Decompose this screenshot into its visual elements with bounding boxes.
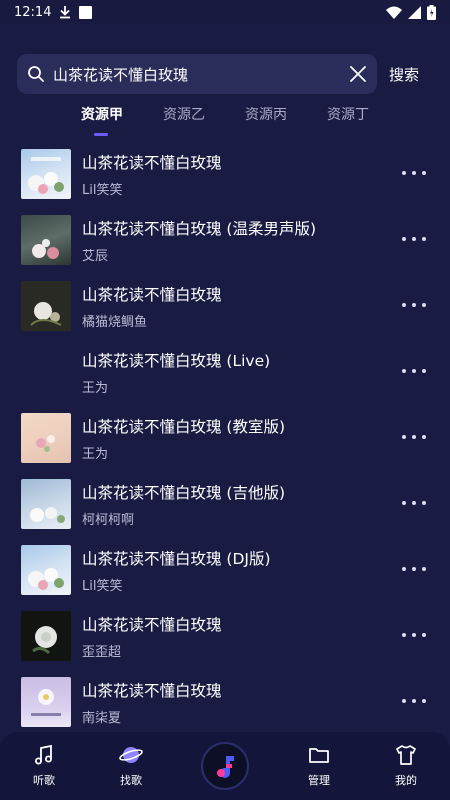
list-item[interactable]: 山茶花读不懂白玫瑰 南柒夏	[0, 669, 450, 735]
more-options-icon[interactable]	[402, 625, 426, 645]
clear-icon[interactable]	[349, 65, 367, 83]
song-artist: 南柒夏	[82, 711, 122, 726]
song-title: 山茶花读不懂白玫瑰	[82, 286, 222, 304]
nav-label: 找歌	[120, 774, 142, 787]
list-item[interactable]: 山茶花读不懂白玫瑰 橘猫烧鲷鱼	[0, 273, 450, 339]
nav-label: 管理	[308, 774, 330, 787]
list-item[interactable]: 山茶花读不懂白玫瑰 (Live) 王为	[0, 339, 450, 405]
song-artist: 王为	[82, 381, 109, 396]
album-cover	[21, 413, 71, 463]
song-title: 山茶花读不懂白玫瑰	[82, 616, 222, 634]
song-artist: Lil笑笑	[82, 183, 123, 198]
song-title: 山茶花读不懂白玫瑰 (教室版)	[82, 418, 286, 436]
folder-icon	[309, 748, 329, 763]
nav-label: 听歌	[33, 774, 55, 787]
planet-icon	[119, 747, 143, 763]
album-cover	[21, 281, 71, 331]
list-item[interactable]: 山茶花读不懂白玫瑰 歪歪超	[0, 603, 450, 669]
song-artist: 橘猫烧鲷鱼	[82, 315, 148, 330]
list-item[interactable]: 山茶花读不懂白玫瑰 (吉他版) 柯柯柯啊	[0, 471, 450, 537]
list-item[interactable]: 山茶花读不懂白玫瑰 Lil笑笑	[0, 141, 450, 207]
song-artist: 艾辰	[82, 249, 109, 264]
tab-source-b[interactable]: 资源乙	[163, 104, 205, 124]
search-row: 搜索	[17, 54, 438, 94]
song-title: 山茶花读不懂白玫瑰 (Live)	[82, 352, 271, 370]
more-options-icon[interactable]	[402, 493, 426, 513]
song-title: 山茶花读不懂白玫瑰	[82, 154, 222, 172]
more-options-icon[interactable]	[402, 229, 426, 249]
search-button[interactable]: 搜索	[389, 64, 419, 85]
album-cover	[21, 611, 71, 661]
more-options-icon[interactable]	[402, 427, 426, 447]
more-options-icon[interactable]	[402, 691, 426, 711]
search-box[interactable]	[17, 54, 377, 94]
album-cover	[21, 479, 71, 529]
tab-indicator	[94, 133, 108, 136]
wifi-icon	[386, 6, 402, 19]
app-logo-icon	[217, 756, 234, 778]
song-title: 山茶花读不懂白玫瑰 (吉他版)	[82, 484, 286, 502]
app-logo-button[interactable]	[201, 742, 249, 790]
list-item[interactable]: 山茶花读不懂白玫瑰 (DJ版) Lil笑笑	[0, 537, 450, 603]
tab-source-d[interactable]: 资源丁	[327, 104, 369, 124]
song-artist: Lil笑笑	[82, 579, 123, 594]
list-item[interactable]: 山茶花读不懂白玫瑰 (温柔男声版) 艾辰	[0, 207, 450, 273]
result-list: 山茶花读不懂白玫瑰 Lil笑笑 山茶花读不懂白玫瑰 (温柔男声版) 艾辰 山茶花…	[0, 141, 450, 735]
more-options-icon[interactable]	[402, 361, 426, 381]
battery-icon	[427, 4, 436, 20]
song-title: 山茶花读不懂白玫瑰 (DJ版)	[82, 550, 271, 568]
song-artist: 柯柯柯啊	[82, 513, 135, 528]
search-icon	[28, 66, 44, 82]
music-note-icon	[35, 744, 52, 765]
album-cover	[21, 545, 71, 595]
song-artist: 歪歪超	[82, 645, 122, 660]
notification-icon	[79, 5, 93, 19]
search-input[interactable]	[53, 65, 349, 83]
status-bar: 12:14	[0, 0, 450, 24]
status-time: 12:14	[14, 4, 52, 20]
song-title: 山茶花读不懂白玫瑰	[82, 682, 222, 700]
nav-mine[interactable]: 我的	[381, 744, 431, 788]
shirt-icon	[396, 745, 416, 765]
nav-manage[interactable]: 管理	[294, 744, 344, 788]
nav-label: 我的	[395, 774, 417, 787]
signal-icon	[408, 5, 421, 19]
nav-listen[interactable]: 听歌	[19, 744, 69, 788]
song-title: 山茶花读不懂白玫瑰 (温柔男声版)	[82, 220, 317, 238]
album-cover	[21, 215, 71, 265]
album-cover	[21, 347, 71, 397]
source-tabs: 资源甲 资源乙 资源丙 资源丁	[0, 104, 450, 136]
tab-source-c[interactable]: 资源丙	[245, 104, 287, 124]
album-cover	[21, 149, 71, 199]
download-icon	[60, 6, 71, 19]
more-options-icon[interactable]	[402, 559, 426, 579]
nav-find[interactable]: 找歌	[106, 744, 156, 788]
list-item[interactable]: 山茶花读不懂白玫瑰 (教室版) 王为	[0, 405, 450, 471]
song-artist: 王为	[82, 447, 109, 462]
bottom-nav: 听歌 找歌 管理 我的	[0, 732, 450, 800]
more-options-icon[interactable]	[402, 163, 426, 183]
album-cover	[21, 677, 71, 727]
more-options-icon[interactable]	[402, 295, 426, 315]
tab-source-a[interactable]: 资源甲	[81, 104, 123, 124]
